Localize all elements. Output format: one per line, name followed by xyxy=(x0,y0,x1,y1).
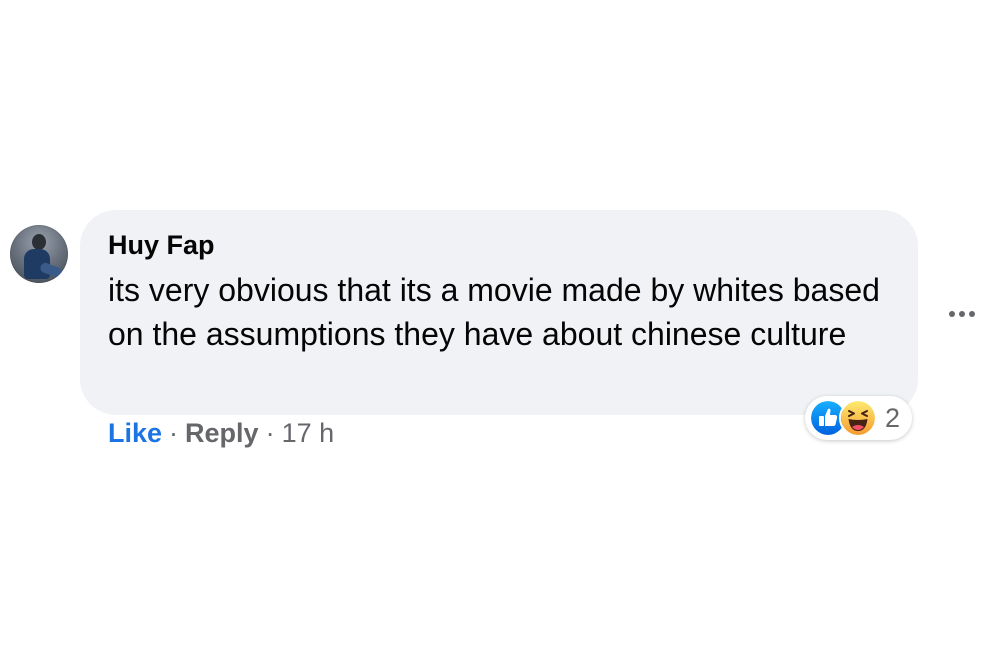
comment-actions: Like · Reply · 17 h xyxy=(108,418,334,449)
more-dot-icon xyxy=(969,311,975,317)
comment-timestamp[interactable]: 17 h xyxy=(282,418,335,449)
separator: · xyxy=(265,418,275,448)
separator: · xyxy=(169,418,179,448)
like-link[interactable]: Like xyxy=(108,418,162,449)
avatar-head xyxy=(32,234,46,250)
more-options-button[interactable] xyxy=(942,300,982,328)
reply-link[interactable]: Reply xyxy=(185,418,259,449)
haha-reaction-icon xyxy=(839,399,877,437)
comment-author[interactable]: Huy Fap xyxy=(108,230,215,261)
more-dot-icon xyxy=(949,311,955,317)
reactions-summary[interactable]: 2 xyxy=(805,396,913,440)
reaction-count: 2 xyxy=(885,402,901,433)
comment-text: its very obvious that its a movie made b… xyxy=(108,272,880,352)
avatar[interactable] xyxy=(10,225,68,283)
more-dot-icon xyxy=(959,311,965,317)
